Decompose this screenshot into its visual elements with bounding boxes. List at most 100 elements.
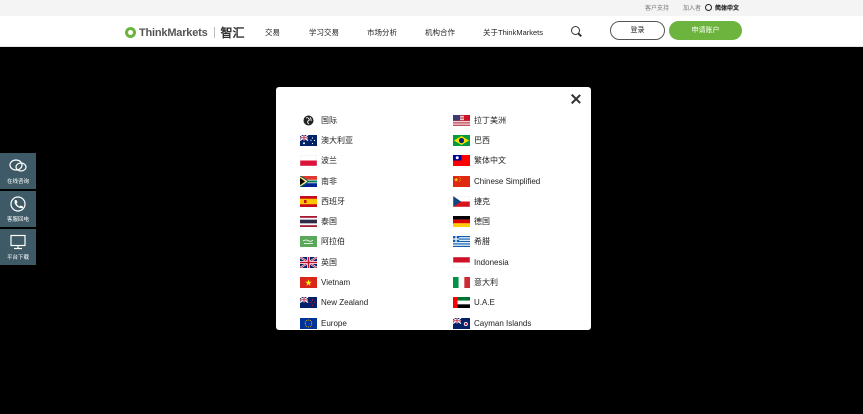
uae-flag-icon — [453, 297, 470, 309]
region-label: U.A.E — [474, 298, 495, 308]
region-item-greece[interactable]: 希腊 — [453, 232, 540, 252]
spain-flag-icon — [300, 195, 317, 207]
chat-bubble-icon — [9, 158, 27, 172]
region-item-uae[interactable]: U.A.E — [453, 293, 540, 313]
region-item-cayman-islands[interactable]: Cayman Islands — [453, 313, 540, 333]
side-toolbar: 在线咨询 客服回电 平台下载 — [0, 153, 36, 265]
greece-flag-icon — [453, 236, 470, 248]
region-label: 德国 — [474, 217, 490, 227]
region-item-uk[interactable]: 英国 — [300, 252, 368, 272]
china-flag-icon — [453, 175, 470, 187]
region-item-traditional-chinese[interactable]: 繁体中文 — [453, 151, 540, 171]
region-label: 希腊 — [474, 237, 490, 247]
region-label: Indonesia — [474, 257, 509, 267]
region-label: Chinese Simplified — [474, 176, 541, 186]
util-link-support[interactable]: 客户支持 — [645, 3, 669, 12]
region-label: 捷克 — [474, 196, 490, 206]
region-column-right: 拉丁美洲 巴西 繁体中文 Chinese Simplified 捷克 德国 希腊… — [453, 110, 540, 333]
main-nav: ThinkMarkets 智汇 交易 学习交易 市场分析 机构合作 关于Thin… — [0, 16, 863, 47]
latam-flag-icon — [453, 114, 470, 126]
thailand-flag-icon — [300, 216, 317, 228]
poland-flag-icon — [300, 155, 317, 167]
region-label: 拉丁美洲 — [474, 115, 506, 125]
region-label: 繁体中文 — [474, 156, 506, 166]
region-item-arabia[interactable]: 阿拉伯 — [300, 232, 368, 252]
region-item-indonesia[interactable]: Indonesia — [453, 252, 540, 272]
region-label: 意大利 — [474, 278, 498, 288]
side-item-platform-download[interactable]: 平台下载 — [0, 229, 36, 265]
side-item-callback[interactable]: 客服回电 — [0, 191, 36, 227]
monitor-icon — [10, 234, 26, 249]
europe-flag-icon — [300, 317, 317, 329]
vietnam-flag-icon — [300, 277, 317, 289]
globe-icon — [705, 4, 712, 11]
search-icon[interactable] — [571, 26, 580, 35]
region-item-south-africa[interactable]: 南非 — [300, 171, 368, 191]
region-item-new-zealand[interactable]: New Zealand — [300, 293, 368, 313]
indonesia-flag-icon — [453, 256, 470, 268]
nav-item-trading[interactable]: 交易 — [265, 27, 280, 38]
utility-bar: 客户支持 加入者 代理后台 简体中文 — [0, 0, 863, 16]
region-label: Cayman Islands — [474, 318, 532, 328]
util-link-join[interactable]: 加入者 — [683, 3, 701, 12]
brazil-flag-icon — [453, 134, 470, 146]
nav-item-about[interactable]: 关于ThinkMarkets — [483, 27, 543, 38]
phone-icon — [10, 195, 26, 212]
uk-flag-icon — [300, 256, 317, 268]
region-label: 南非 — [321, 176, 337, 186]
region-item-brazil[interactable]: 巴西 — [453, 130, 540, 150]
region-item-spain[interactable]: 西班牙 — [300, 191, 368, 211]
italy-flag-icon — [453, 277, 470, 289]
region-label: 西班牙 — [321, 196, 345, 206]
region-label: 澳大利亚 — [321, 135, 353, 145]
nav-item-learn[interactable]: 学习交易 — [309, 27, 339, 38]
region-selector-modal: 国际 澳大利亚 波兰 南非 西班牙 泰国 阿拉伯 英国 Vietnam New … — [276, 87, 591, 330]
region-label: 阿拉伯 — [321, 237, 345, 247]
region-label: Vietnam — [321, 278, 351, 288]
side-item-label: 平台下载 — [6, 254, 29, 261]
logo[interactable]: ThinkMarkets 智汇 — [125, 24, 245, 41]
nav-item-partnership[interactable]: 机构合作 — [425, 27, 455, 38]
region-item-poland[interactable]: 波兰 — [300, 151, 368, 171]
region-item-czech[interactable]: 捷克 — [453, 191, 540, 211]
region-label: 国际 — [321, 115, 337, 125]
region-label: 泰国 — [321, 217, 337, 227]
logo-text: ThinkMarkets — [139, 26, 208, 39]
region-label: New Zealand — [321, 298, 369, 308]
taiwan-flag-icon — [453, 155, 470, 167]
logo-cn-text: 智汇 — [220, 26, 245, 40]
globe-flag-icon — [300, 115, 317, 126]
germany-flag-icon — [453, 216, 470, 228]
apply-account-button[interactable]: 申请账户 — [669, 21, 742, 40]
region-column-left: 国际 澳大利亚 波兰 南非 西班牙 泰国 阿拉伯 英国 Vietnam New … — [300, 110, 368, 333]
region-item-thailand[interactable]: 泰国 — [300, 211, 368, 231]
nav-item-analysis[interactable]: 市场分析 — [367, 27, 397, 38]
region-item-chinese-simplified[interactable]: Chinese Simplified — [453, 171, 540, 191]
language-label: 简体中文 — [715, 6, 740, 12]
logo-divider — [213, 27, 215, 38]
language-switch[interactable]: 简体中文 — [705, 3, 739, 12]
arabia-flag-icon — [300, 236, 317, 248]
close-icon[interactable] — [570, 93, 582, 105]
region-item-germany[interactable]: 德国 — [453, 211, 540, 231]
region-label: 波兰 — [321, 156, 337, 166]
new-zealand-flag-icon — [300, 297, 317, 309]
region-item-latam[interactable]: 拉丁美洲 — [453, 110, 540, 130]
side-item-label: 客服回电 — [6, 216, 29, 223]
south-africa-flag-icon — [300, 175, 317, 187]
region-label: 英国 — [321, 257, 337, 267]
side-item-label: 在线咨询 — [6, 178, 29, 185]
australia-flag-icon — [300, 134, 317, 146]
logo-mark-icon — [125, 27, 136, 38]
region-item-italy[interactable]: 意大利 — [453, 272, 540, 292]
cayman-flag-icon — [453, 317, 470, 329]
region-item-australia[interactable]: 澳大利亚 — [300, 130, 368, 150]
region-item-international[interactable]: 国际 — [300, 110, 368, 130]
side-item-online-chat[interactable]: 在线咨询 — [0, 153, 36, 189]
region-item-europe[interactable]: Europe — [300, 313, 368, 333]
region-item-vietnam[interactable]: Vietnam — [300, 272, 368, 292]
region-label: Europe — [321, 318, 347, 328]
login-button[interactable]: 登录 — [610, 21, 665, 40]
region-label: 巴西 — [474, 135, 490, 145]
czech-flag-icon — [453, 195, 470, 207]
